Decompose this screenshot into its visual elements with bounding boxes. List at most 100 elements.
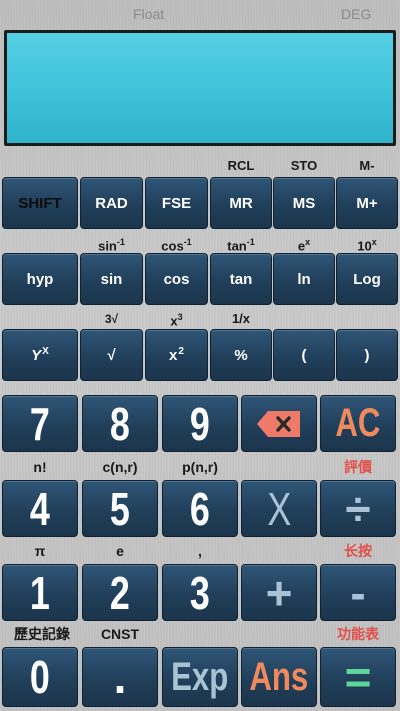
- digit-3-button[interactable]: 3: [162, 564, 238, 621]
- power-button[interactable]: YX: [2, 329, 78, 381]
- log-button[interactable]: Log: [336, 253, 398, 305]
- digit-7-label: 7: [30, 397, 50, 450]
- m-plus-button[interactable]: M+: [336, 177, 398, 229]
- m-minus-label: M-: [359, 158, 375, 173]
- multiply-label: X: [267, 482, 291, 535]
- cube-label: x3: [170, 312, 183, 329]
- multiply-button[interactable]: X: [241, 480, 317, 537]
- decimal-point-label: .: [113, 651, 127, 703]
- square-button-label: x2: [169, 346, 184, 364]
- float-mode-indicator: Float: [133, 6, 165, 22]
- percent-button[interactable]: %: [210, 329, 272, 381]
- ms-button-label: MS: [292, 194, 316, 212]
- digit-6-button[interactable]: 6: [162, 480, 238, 537]
- euler-label: e: [116, 543, 124, 559]
- open-paren-button-label: (: [301, 346, 307, 364]
- close-paren-button-label: ): [364, 346, 370, 364]
- digit-1-label: 1: [30, 566, 50, 619]
- calculator-display: [4, 30, 396, 146]
- evaluate-label: 評價: [344, 459, 372, 475]
- log-button-label: Log: [353, 270, 381, 288]
- constants-label: CNST: [100, 626, 140, 642]
- close-paren-button[interactable]: ): [336, 329, 398, 381]
- cos-button-label: cos: [163, 270, 190, 288]
- digit-7-button[interactable]: 7: [2, 395, 78, 452]
- hyp-button[interactable]: hyp: [2, 253, 78, 305]
- digit-9-label: 9: [190, 397, 210, 450]
- power-button-label: YX: [31, 346, 49, 364]
- reciprocal-label: 1/x: [231, 311, 251, 326]
- square-button[interactable]: x2: [145, 329, 208, 381]
- digit-2-label: 2: [110, 566, 130, 619]
- digit-1-button[interactable]: 1: [2, 564, 78, 621]
- angle-mode-indicator: DEG: [341, 6, 372, 22]
- digit-9-button[interactable]: 9: [162, 395, 238, 452]
- ten-power-label: 10x: [357, 237, 377, 254]
- mr-button[interactable]: MR: [210, 177, 272, 229]
- add-button[interactable]: +: [241, 564, 317, 621]
- digit-0-label: 0: [30, 651, 50, 703]
- sin-button[interactable]: sin: [80, 253, 143, 305]
- digit-0-button[interactable]: 0: [2, 647, 78, 707]
- digit-4-button[interactable]: 4: [2, 480, 78, 537]
- digit-6-label: 6: [190, 482, 210, 535]
- combination-label: c(n,r): [102, 459, 138, 475]
- menu-label: 功能表: [337, 626, 379, 642]
- decimal-point-button[interactable]: .: [82, 647, 158, 707]
- ms-button[interactable]: MS: [273, 177, 335, 229]
- percent-button-label: %: [234, 346, 248, 364]
- shift-button[interactable]: SHIFT: [2, 177, 78, 229]
- backspace-icon: [257, 410, 300, 437]
- digit-5-label: 5: [110, 482, 130, 535]
- m-plus-button-label: M+: [356, 194, 378, 212]
- all-clear-button[interactable]: AC: [320, 395, 396, 452]
- tan-button[interactable]: tan: [210, 253, 272, 305]
- rcl-label: RCL: [227, 158, 255, 173]
- add-label: +: [265, 566, 293, 619]
- equals-label: =: [344, 651, 372, 703]
- exp-label: Exp: [171, 654, 229, 699]
- digit-2-button[interactable]: 2: [82, 564, 158, 621]
- subtract-label: -: [350, 566, 366, 619]
- all-clear-label: AC: [335, 401, 381, 445]
- digit-3-label: 3: [190, 566, 210, 619]
- exp-button[interactable]: Exp: [162, 647, 238, 707]
- sin-button-label: sin: [100, 270, 123, 288]
- backspace-button[interactable]: [241, 395, 317, 452]
- atan-label: tan-1: [227, 237, 255, 254]
- fse-button-label: FSE: [161, 194, 192, 212]
- ans-label: Ans: [249, 654, 309, 699]
- subtract-button[interactable]: -: [320, 564, 396, 621]
- open-paren-button[interactable]: (: [273, 329, 335, 381]
- ln-button[interactable]: ln: [273, 253, 335, 305]
- ans-button[interactable]: Ans: [241, 647, 317, 707]
- rad-button[interactable]: RAD: [80, 177, 143, 229]
- acos-label: cos-1: [161, 237, 192, 254]
- comma-label: ,: [198, 543, 202, 559]
- cos-button[interactable]: cos: [145, 253, 208, 305]
- shift-button-label: SHIFT: [18, 194, 62, 212]
- divide-button[interactable]: ÷: [320, 480, 396, 537]
- cube-root-label: 3√: [104, 312, 119, 326]
- pi-label: π: [34, 543, 46, 559]
- fse-button[interactable]: FSE: [145, 177, 208, 229]
- digit-8-label: 8: [110, 397, 130, 450]
- hyp-button-label: hyp: [26, 270, 54, 288]
- asin-label: sin-1: [98, 237, 125, 254]
- factorial-label: n!: [33, 459, 47, 475]
- rad-button-label: RAD: [95, 194, 128, 212]
- sto-label: STO: [290, 158, 318, 173]
- equals-button[interactable]: =: [320, 647, 396, 707]
- mr-button-label: MR: [229, 194, 253, 212]
- digit-8-button[interactable]: 8: [82, 395, 158, 452]
- permutation-label: p(n,r): [182, 459, 218, 475]
- ln-button-label: ln: [297, 270, 311, 288]
- sqrt-button[interactable]: √: [80, 329, 143, 381]
- long-press-label: 长按: [344, 543, 372, 559]
- exp-power-label: ex: [297, 237, 311, 254]
- sqrt-button-label: √: [107, 346, 116, 364]
- digit-5-button[interactable]: 5: [82, 480, 158, 537]
- tan-button-label: tan: [229, 270, 253, 288]
- digit-4-label: 4: [30, 482, 50, 535]
- divide-label: ÷: [345, 482, 371, 535]
